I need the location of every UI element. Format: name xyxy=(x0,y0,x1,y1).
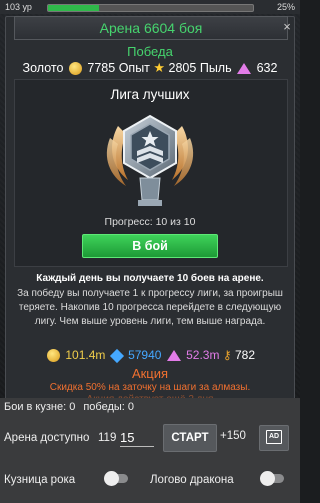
dust-total: 52.3m xyxy=(186,348,220,362)
dust-crystal-icon xyxy=(237,62,252,74)
gold-reward-value: 7785 xyxy=(87,61,116,75)
battle-count-input[interactable] xyxy=(120,428,154,447)
league-title: Лига лучших xyxy=(110,87,190,102)
toggle-knob xyxy=(260,471,275,486)
xp-percent: 25% xyxy=(276,2,295,12)
xp-progress-fill xyxy=(48,5,100,11)
resource-bar: 101.4m 57940 52.3m ⚷ 782 xyxy=(0,348,300,363)
level-bar: 103 ур 25% xyxy=(0,0,300,14)
battle-rewards: Золото 7785 Опыт ★ 2805 Пыль 632 xyxy=(0,60,300,76)
xp-reward-label: Опыт xyxy=(118,61,150,75)
promo-title: Акция xyxy=(131,366,169,381)
close-button[interactable]: × xyxy=(281,16,293,38)
gold-coin-icon xyxy=(68,61,82,75)
league-description-heading: Каждый день вы получаете 10 боев на арен… xyxy=(36,273,264,284)
dragon-toggle-label: Логово дракона xyxy=(150,474,234,486)
star-icon: ★ xyxy=(153,60,166,75)
level-label: 103 ур xyxy=(5,2,32,12)
battle-result: Победа xyxy=(127,44,173,59)
gold-total: 101.4m xyxy=(65,348,106,362)
dust-crystal-icon xyxy=(166,350,181,362)
dragon-toggle[interactable] xyxy=(260,471,284,486)
bonus-battles: +150 xyxy=(220,430,246,442)
league-progress: Прогресс: 10 из 10 xyxy=(104,216,196,228)
toggle-knob xyxy=(104,471,119,486)
keys-total: 782 xyxy=(234,348,255,362)
arena-available-count: 119 xyxy=(98,432,117,444)
tv-ad-icon: AD xyxy=(266,430,282,444)
xp-progress-bar xyxy=(47,4,254,12)
fight-button[interactable]: В бой xyxy=(82,234,218,258)
xp-reward-value: 2805 xyxy=(168,61,197,75)
gold-coin-icon xyxy=(47,349,60,363)
promo-text: Скидка 50% на заточку на шаги за алмазы. xyxy=(49,382,251,393)
arena-title: Арена 6604 боя xyxy=(14,16,288,40)
league-emblem-icon xyxy=(106,114,194,206)
forge-wins: победы: 0 xyxy=(83,401,135,413)
forge-toggle[interactable] xyxy=(104,471,128,486)
dust-reward-label: Пыль xyxy=(199,61,232,75)
gold-reward-label: Золото xyxy=(22,61,64,75)
bottom-controls xyxy=(0,398,300,503)
league-description: За победу вы получаете 1 к прогрессу лиг… xyxy=(17,288,283,327)
forge-stats: Бои в кузне: 0 победы: 0 xyxy=(4,401,134,413)
gems-total: 57940 xyxy=(128,348,162,362)
key-icon: ⚷ xyxy=(222,348,232,362)
start-button[interactable]: СТАРТ xyxy=(163,424,217,452)
forge-battles: Бои в кузне: 0 xyxy=(4,401,76,413)
arena-available-label: Арена доступно xyxy=(4,432,90,444)
forge-toggle-label: Кузница рока xyxy=(4,474,76,486)
dust-reward-value: 632 xyxy=(256,61,278,75)
gem-icon xyxy=(109,348,124,363)
